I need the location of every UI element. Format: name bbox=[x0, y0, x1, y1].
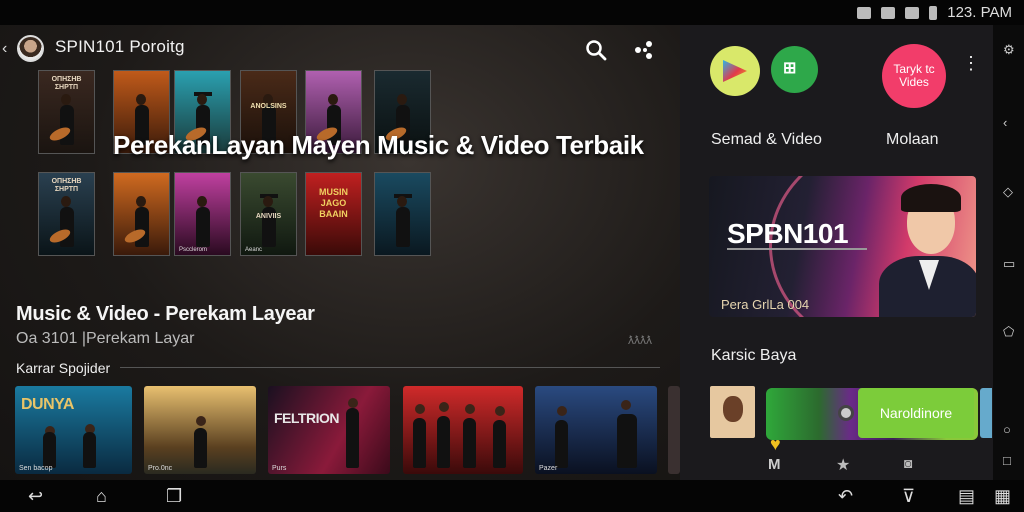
wifi-icon bbox=[881, 6, 896, 19]
search-icon[interactable] bbox=[584, 38, 608, 62]
edge-thumbnail[interactable] bbox=[980, 388, 992, 438]
poster[interactable]: ANIVIIS Aeanc bbox=[240, 172, 297, 256]
promo-button[interactable]: Naroldinore bbox=[858, 388, 974, 438]
video-app-label-2: Vides bbox=[899, 75, 929, 89]
video-tile[interactable]: FELTRION Purs bbox=[268, 386, 390, 474]
nav-recents-icon[interactable]: ❐ bbox=[166, 487, 182, 505]
notification-icon bbox=[857, 6, 872, 19]
rail-circle-icon[interactable]: ○ bbox=[1003, 423, 1017, 436]
poster[interactable] bbox=[374, 172, 431, 256]
section-subtitle: Oa 3101 |Perekam Layar bbox=[16, 330, 195, 347]
play-app-button[interactable] bbox=[710, 46, 760, 96]
video-tile[interactable] bbox=[403, 386, 523, 474]
nav-back-right-icon[interactable]: ↶ bbox=[838, 487, 853, 505]
heart-icon[interactable]: ♥ bbox=[770, 434, 781, 455]
battery-icon bbox=[929, 5, 938, 20]
status-bar: 123. PAM bbox=[0, 0, 1024, 25]
tile-title: DUNYA bbox=[21, 396, 74, 413]
poster-caption: ΟΠΗΣΗΒ ΣΗΡΤΠ bbox=[51, 178, 82, 193]
screen-record-button[interactable]: ⊞ bbox=[771, 46, 818, 93]
nav-multiwindow-icon[interactable]: ▤ bbox=[958, 487, 975, 505]
tile-footer: Pro.0nc bbox=[148, 465, 173, 472]
tile-footer: Pazer bbox=[539, 465, 558, 472]
poster-footer: Pscclerom bbox=[179, 247, 208, 253]
row-divider bbox=[120, 367, 660, 368]
poster-footer: Aeanc bbox=[245, 247, 263, 253]
tile-footer: Purs bbox=[272, 465, 287, 472]
video-tile[interactable]: Pro.0nc bbox=[144, 386, 256, 474]
rail-square-icon[interactable]: □ bbox=[1003, 454, 1017, 467]
side-label-left: Semad & Video bbox=[711, 131, 822, 148]
star-icon[interactable]: ★ bbox=[836, 455, 850, 475]
settings-icon[interactable]: ⚙ bbox=[1003, 43, 1017, 56]
poster-caption: ΟΠΗΣΗΒ ΣΗΡΤΠ bbox=[51, 76, 82, 91]
back-icon[interactable]: ‹ bbox=[2, 40, 7, 58]
overlay-title: PerekanLayan Mayen Music & Video Terbaik bbox=[113, 130, 644, 160]
video-app-button[interactable]: Taryk tc Vides bbox=[882, 44, 946, 108]
toggle-icon[interactable] bbox=[838, 405, 854, 421]
banner-title: SPBN101 bbox=[727, 218, 849, 249]
nav-home-icon[interactable]: ⌂ bbox=[96, 487, 107, 505]
tile-footer: Sen bacop bbox=[19, 465, 53, 472]
side-label-right: Molaan bbox=[886, 131, 939, 148]
play-icon bbox=[723, 60, 747, 82]
status-time: 123. PAM bbox=[947, 4, 1012, 21]
record-icon: ⊞ bbox=[783, 60, 797, 77]
nav-back-icon[interactable]: ↩ bbox=[28, 487, 43, 505]
right-rail bbox=[993, 25, 1024, 480]
poster-caption: ANOLSINS bbox=[250, 103, 287, 110]
row-label: Karrar Spojider bbox=[16, 360, 111, 376]
home-icon[interactable]: M bbox=[768, 456, 781, 473]
back-rail-icon[interactable]: ‹ bbox=[1003, 116, 1017, 129]
section-mark: ƛƛƛƛ bbox=[628, 333, 652, 347]
more-icon[interactable]: ⋮ bbox=[962, 53, 980, 74]
profile-thumbnail[interactable] bbox=[710, 386, 755, 438]
poster[interactable]: MUSIN JAGO BAAIN bbox=[305, 172, 362, 256]
poster[interactable]: ΟΠΗΣΗΒ ΣΗΡΤΠ bbox=[38, 70, 95, 154]
video-tile[interactable]: Pazer bbox=[535, 386, 657, 474]
poster[interactable] bbox=[113, 172, 170, 256]
poster-caption: MUSIN JAGO BAAIN bbox=[319, 187, 348, 219]
poster[interactable]: Pscclerom bbox=[174, 172, 231, 256]
nav-menu-icon[interactable]: ▦ bbox=[994, 487, 1011, 505]
banner-date: Pera GrlLa 004 bbox=[721, 297, 810, 312]
share-icon[interactable] bbox=[632, 38, 656, 62]
side-label-mid: Karsic Baya bbox=[711, 347, 797, 364]
signal-icon bbox=[905, 6, 920, 19]
camera-icon[interactable]: ◙ bbox=[904, 455, 912, 471]
featured-banner[interactable]: SPBN101 Pera GrlLa 004 bbox=[709, 176, 976, 317]
navigation-bar bbox=[0, 480, 1024, 512]
app-title: SPIN101 Poroitg bbox=[55, 37, 185, 56]
poster[interactable]: ΟΠΗΣΗΒ ΣΗΡΤΠ bbox=[38, 172, 95, 256]
nav-screenshot-icon[interactable]: ⊽ bbox=[902, 487, 915, 505]
video-tile[interactable]: DUNYA Sen bacop bbox=[15, 386, 132, 474]
tag-icon[interactable]: ⬠ bbox=[1003, 325, 1017, 338]
layout-icon[interactable]: ▭ bbox=[1003, 257, 1017, 270]
section-title: Music & Video - Perekam Layear bbox=[16, 303, 315, 325]
poster-caption: ANIVIIS bbox=[255, 213, 282, 220]
avatar[interactable] bbox=[17, 35, 44, 62]
window-icon[interactable]: ◇ bbox=[1003, 185, 1017, 198]
tile-title: FELTRION bbox=[274, 410, 339, 426]
video-tile[interactable] bbox=[668, 386, 680, 474]
